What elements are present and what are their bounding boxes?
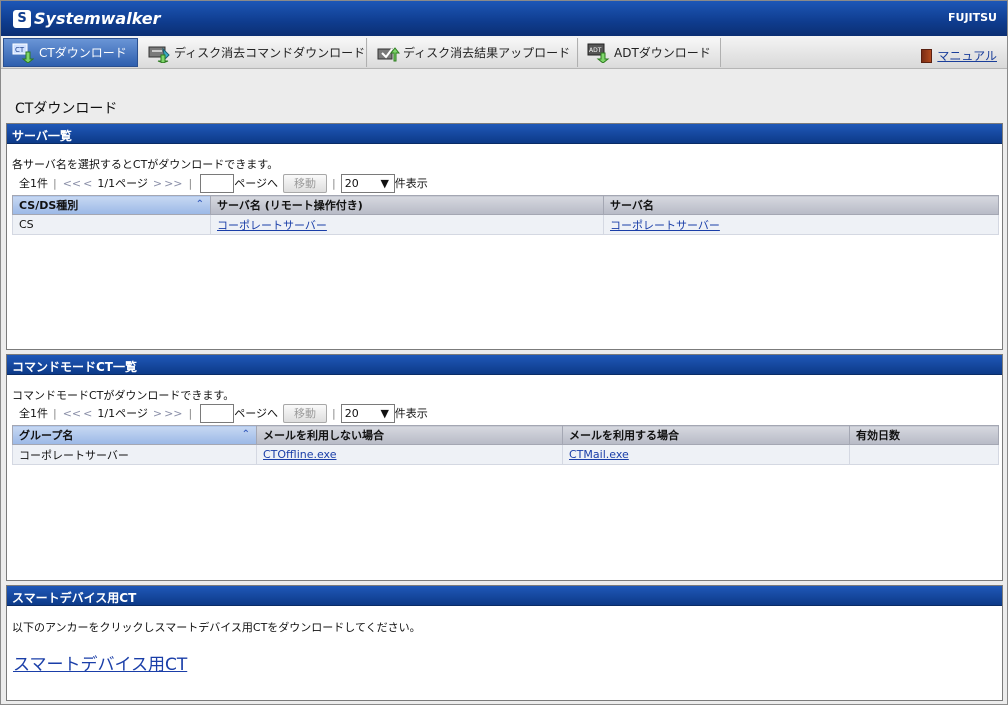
per-page-suffix: 件表示 [394, 177, 428, 190]
manual-link[interactable]: マニュアル [921, 47, 997, 64]
table-header-row: グループ名 ⌃ メールを利用しない場合 メールを利用する場合 有効日数 [12, 425, 999, 445]
current-page: 1/1ページ [97, 177, 148, 190]
column-header-with-mail[interactable]: メールを利用する場合 [562, 425, 850, 445]
command-mode-ct-panel: コマンドモードCT一覧 コマンドモードCTがダウンロードできます。 全1件 | … [6, 354, 1003, 581]
tab-disk-erase-result-upload[interactable]: ディスク消去結果アップロード [368, 38, 578, 67]
prev-page-button[interactable]: < [83, 407, 92, 420]
tab-label: CTダウンロード [39, 46, 127, 60]
tab-adt-download[interactable]: ADT ADTダウンロード [579, 38, 721, 67]
last-page-button[interactable]: >> [164, 177, 182, 190]
cell-valid-days [849, 444, 999, 465]
last-page-button[interactable]: >> [164, 407, 182, 420]
next-page-button[interactable]: > [153, 177, 162, 190]
panel-title: サーバ一覧 [7, 124, 1002, 144]
brand-logo: S Systemwalker [13, 9, 161, 28]
column-header-valid-days[interactable]: 有効日数 [849, 425, 999, 445]
disk-erase-upload-icon [376, 43, 401, 63]
sort-ascending-icon: ⌃ [195, 199, 204, 210]
per-page-value: 20 [344, 176, 359, 190]
server-link[interactable]: コーポレートサーバー [610, 219, 720, 232]
app-header: S Systemwalker FUJITSU [1, 1, 1007, 36]
disk-erase-command-icon [147, 43, 170, 64]
first-page-button[interactable]: << [63, 177, 81, 190]
column-header-server-name-remote[interactable]: サーバ名 (リモート操作付き) [210, 195, 604, 215]
column-header-without-mail[interactable]: メールを利用しない場合 [256, 425, 563, 445]
brand-name: Systemwalker [34, 9, 161, 28]
first-page-button[interactable]: << [63, 407, 81, 420]
tab-label: ディスク消去コマンドダウンロード [174, 46, 366, 60]
column-header-group-name[interactable]: グループ名 ⌃ [12, 425, 257, 445]
panel-title: コマンドモードCT一覧 [7, 355, 1002, 375]
smart-device-ct-panel: スマートデバイス用CT 以下のアンカーをクリックしスマートデバイス用CTをダウン… [6, 585, 1003, 701]
pager: 全1件 | << < 1/1ページ > >> | ページへ 移動 | 20 ▼ … [19, 403, 428, 423]
tab-label: ADTダウンロード [614, 46, 711, 60]
command-mode-table: グループ名 ⌃ メールを利用しない場合 メールを利用する場合 有効日数 コーポレ… [12, 425, 999, 465]
tab-bar: CT CTダウンロード ディスク消去コマンドダウンロード ディスク消去結果アップ… [1, 36, 1007, 69]
tab-disk-erase-command-download[interactable]: ディスク消去コマンドダウンロード [139, 38, 367, 67]
server-list-panel: サーバ一覧 各サーバ名を選択するとCTがダウンロードできます。 全1件 | <<… [6, 123, 1003, 350]
pager: 全1件 | << < 1/1ページ > >> | ページへ 移動 | 20 ▼ … [19, 173, 428, 193]
goto-suffix: ページへ [234, 177, 279, 190]
per-page-select[interactable]: 20 ▼ [340, 173, 395, 193]
total-count: 全1件 [19, 177, 48, 190]
page-title: CTダウンロード [15, 101, 118, 117]
next-page-button[interactable]: > [153, 407, 162, 420]
page-number-input[interactable] [200, 173, 235, 193]
panel-description: 各サーバ名を選択するとCTがダウンロードできます。 [12, 158, 279, 171]
current-page: 1/1ページ [97, 407, 148, 420]
table-header-row: CS/DS種別 ⌃ サーバ名 (リモート操作付き) サーバ名 [12, 195, 999, 215]
ct-download-icon: CT [12, 43, 35, 64]
tab-ct-download[interactable]: CT CTダウンロード [3, 38, 138, 67]
column-header-server-name[interactable]: サーバ名 [603, 195, 999, 215]
move-button[interactable]: 移動 [283, 173, 328, 193]
page-number-input[interactable] [200, 403, 235, 423]
svg-text:ADT: ADT [589, 47, 602, 54]
systemwalker-logo-icon: S [13, 9, 31, 28]
per-page-value: 20 [344, 406, 359, 420]
column-header-cs-ds-type[interactable]: CS/DS種別 ⌃ [12, 195, 211, 215]
goto-suffix: ページへ [234, 407, 279, 420]
total-count: 全1件 [19, 407, 48, 420]
manual-label: マニュアル [937, 49, 997, 63]
panel-description: 以下のアンカーをクリックしスマートデバイス用CTをダウンロードしてください。 [12, 621, 421, 634]
chevron-down-icon: ▼ [380, 406, 389, 420]
table-row: コーポレートサーバー CTOffline.exe CTMail.exe [12, 444, 999, 465]
per-page-suffix: 件表示 [394, 407, 428, 420]
prev-page-button[interactable]: < [83, 177, 92, 190]
per-page-select[interactable]: 20 ▼ [340, 403, 395, 423]
cell-group-name: コーポレートサーバー [12, 444, 257, 465]
svg-text:CT: CT [15, 46, 25, 54]
move-button[interactable]: 移動 [283, 403, 328, 423]
panel-title: スマートデバイス用CT [7, 586, 1002, 606]
server-remote-link[interactable]: コーポレートサーバー [217, 219, 327, 232]
chevron-down-icon: ▼ [380, 176, 389, 190]
tab-label: ディスク消去結果アップロード [403, 46, 571, 60]
panel-description: コマンドモードCTがダウンロードできます。 [12, 389, 235, 402]
ct-mail-link[interactable]: CTMail.exe [569, 448, 629, 461]
vendor-logo: FUJITSU [948, 11, 997, 24]
smart-device-ct-link[interactable]: スマートデバイス用CT [13, 650, 187, 675]
table-row: CS コーポレートサーバー コーポレートサーバー [12, 214, 999, 235]
cell-cs-ds-type: CS [12, 214, 211, 235]
book-icon [921, 48, 933, 63]
adt-download-icon: ADT [587, 43, 610, 64]
ct-offline-link[interactable]: CTOffline.exe [263, 448, 337, 461]
sort-ascending-icon: ⌃ [241, 429, 250, 440]
server-table: CS/DS種別 ⌃ サーバ名 (リモート操作付き) サーバ名 CS コーポレート… [12, 195, 999, 235]
